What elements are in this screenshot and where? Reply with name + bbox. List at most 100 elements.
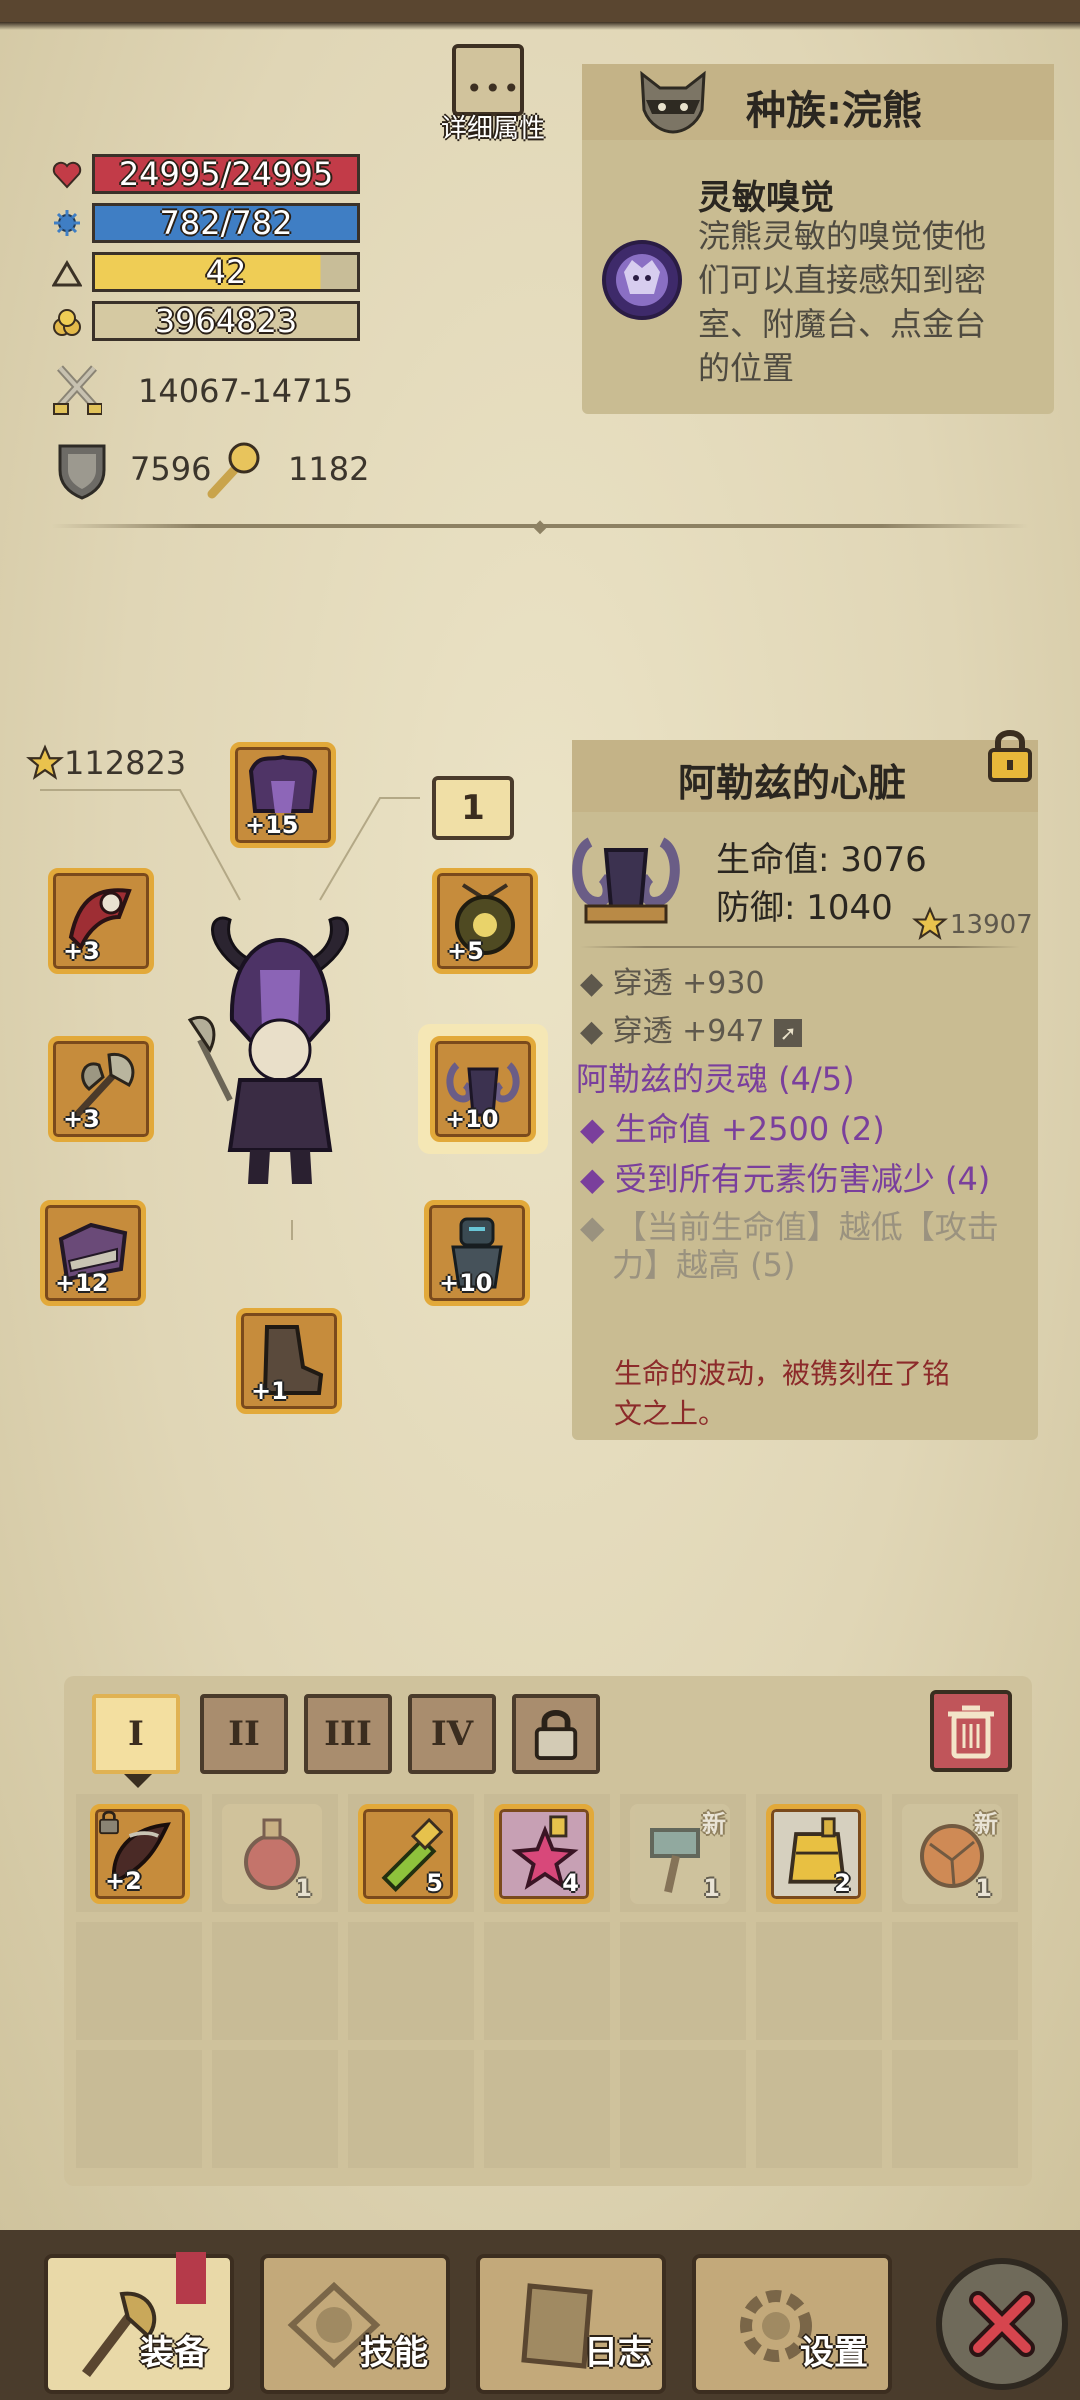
active-tab-indicator: [124, 1774, 152, 1788]
star-icon: [26, 744, 64, 780]
inv-cell[interactable]: [484, 2050, 610, 2168]
helmet-slot[interactable]: +15: [230, 742, 336, 848]
inv-item-dark-bow[interactable]: +2: [90, 1804, 190, 1904]
gold-icon: [53, 309, 81, 336]
attack-value: 14067-14715: [138, 372, 354, 410]
relic-slot[interactable]: +10: [424, 1200, 530, 1306]
inv-cell[interactable]: [212, 1922, 338, 2040]
hp-bar: 24995/24995: [92, 154, 360, 194]
pink-potion-count: 4: [562, 1869, 579, 1897]
more-dots-icon: •••: [466, 72, 522, 105]
item-heart-icon: [572, 837, 680, 924]
inv-cell[interactable]: [348, 1922, 474, 2040]
close-icon: [969, 2291, 1035, 2357]
magic-value: 1182: [288, 450, 370, 488]
offhand-level: +3: [63, 937, 100, 965]
amulet-level: +5: [447, 937, 484, 965]
boots-level: +1: [251, 1377, 288, 1405]
helmet-level: +15: [245, 811, 299, 839]
upgrade-arrow-icon: ➚: [774, 1018, 803, 1047]
tab-page-3[interactable]: III: [304, 1694, 392, 1774]
trait-smell-icon: [602, 240, 682, 320]
item-name: 阿勒兹的心脏: [677, 761, 906, 805]
inv-cell[interactable]: [348, 2050, 474, 2168]
inv-cell[interactable]: [620, 1922, 746, 2040]
item-divider: [580, 946, 1020, 948]
inv-cell[interactable]: [756, 2050, 882, 2168]
weapon-level: +3: [63, 1105, 100, 1133]
armor-slot[interactable]: +12: [40, 1200, 146, 1306]
set-bonus-1-text: 生命值 +2500 (2): [614, 1110, 885, 1148]
inv-item-gold-armor[interactable]: 2: [766, 1804, 866, 1904]
boots-slot[interactable]: +1: [236, 1308, 342, 1414]
set-bonus-3-line2: 力】越高 (5): [612, 1246, 796, 1284]
amulet-slot[interactable]: +5: [432, 868, 538, 974]
magic-staff-icon: [207, 442, 260, 499]
nav-equipment-label: 装备: [140, 2333, 208, 2373]
inv-cell[interactable]: [484, 1922, 610, 2040]
set-bonus-2: ◆ 受到所有元素伤害减少 (4): [580, 1160, 991, 1198]
equipment-page-badge[interactable]: 1: [432, 776, 514, 840]
crossed-swords-icon: [53, 365, 102, 415]
item-defense-stat: 防御: 1040: [716, 888, 893, 928]
shield-icon: [58, 444, 106, 500]
inv-item-orange-orb[interactable]: 新1: [902, 1804, 1002, 1904]
inv-cell[interactable]: [620, 2050, 746, 2168]
level-bar: 42: [92, 252, 360, 292]
nav-settings[interactable]: 设置: [692, 2254, 892, 2394]
green-potion-count: 5: [426, 1869, 443, 1897]
dark-bow-count: +2: [105, 1867, 142, 1895]
tab-page-4[interactable]: IV: [408, 1694, 496, 1774]
raccoon-icon: [640, 70, 706, 134]
nav-log[interactable]: 日志: [476, 2254, 666, 2394]
item-bonus-2: ◆ 穿透 +947 ➚: [580, 1006, 803, 1050]
inv-item-green-potion[interactable]: 5: [358, 1804, 458, 1904]
nav-bookmark-ribbon: [176, 2252, 206, 2304]
detail-attributes-label: 详细属性: [440, 114, 545, 144]
inv-cell[interactable]: [76, 2050, 202, 2168]
inv-cell[interactable]: [892, 2050, 1018, 2168]
set-name: 阿勒兹的灵魂 (4/5): [576, 1060, 855, 1098]
inv-cell[interactable]: [756, 1922, 882, 2040]
inv-item-hammer[interactable]: 新1: [630, 1804, 730, 1904]
inv-cell[interactable]: [892, 1922, 1018, 2040]
armor-level: +12: [55, 1269, 109, 1297]
hero-character: [187, 916, 349, 1184]
orange-orb-count: 1: [975, 1874, 992, 1902]
nav-skills[interactable]: 技能: [260, 2254, 450, 2394]
item-hp-stat: 生命值: 3076: [716, 840, 927, 880]
gold-amount: 3964823: [92, 301, 360, 341]
offhand-slot[interactable]: +3: [48, 868, 154, 974]
level-icon: [52, 260, 82, 287]
close-button[interactable]: [936, 2258, 1068, 2390]
new-badge: 新: [702, 1810, 726, 1838]
tab-lock-icon: [534, 1709, 578, 1760]
lock-icon[interactable]: [984, 726, 1036, 784]
item-score: 13907: [950, 910, 1033, 940]
trait-name: 灵敏嗅觉: [698, 178, 834, 218]
inv-item-pink-star-potion[interactable]: 4: [494, 1804, 594, 1904]
tab-page-locked[interactable]: [512, 1694, 600, 1774]
mana-bar: 782/782: [92, 203, 360, 243]
defense-value: 7596: [130, 450, 212, 488]
tab-page-2[interactable]: II: [200, 1694, 288, 1774]
equipment-total-score: 112823: [64, 744, 187, 782]
weapon-slot[interactable]: +3: [48, 1036, 154, 1142]
gold-armor-count: 2: [834, 1869, 851, 1897]
discard-button[interactable]: [930, 1690, 1012, 1772]
inv-item-red-potion[interactable]: 1: [222, 1804, 322, 1904]
red-potion-count: 1: [295, 1874, 312, 1902]
relic-level: +10: [439, 1269, 493, 1297]
set-bonus-1: ◆ 生命值 +2500 (2): [580, 1110, 885, 1148]
heart-level: +10: [445, 1105, 499, 1133]
heart-slot[interactable]: +10: [430, 1036, 536, 1142]
item-flavor-line1: 生命的波动，被镌刻在了铭: [614, 1357, 951, 1390]
nav-log-label: 日志: [584, 2333, 652, 2373]
tab-page-1[interactable]: I: [92, 1694, 180, 1774]
inv-cell[interactable]: [76, 1922, 202, 2040]
detail-attributes-button[interactable]: •••: [452, 44, 524, 116]
nav-equipment[interactable]: 装备: [44, 2252, 234, 2394]
heart-icon: [52, 161, 82, 189]
inv-cell[interactable]: [212, 2050, 338, 2168]
trait-description: 浣熊灵敏的嗅觉使他们可以直接感知到密室、附魔台、点金台的位置: [698, 217, 987, 387]
